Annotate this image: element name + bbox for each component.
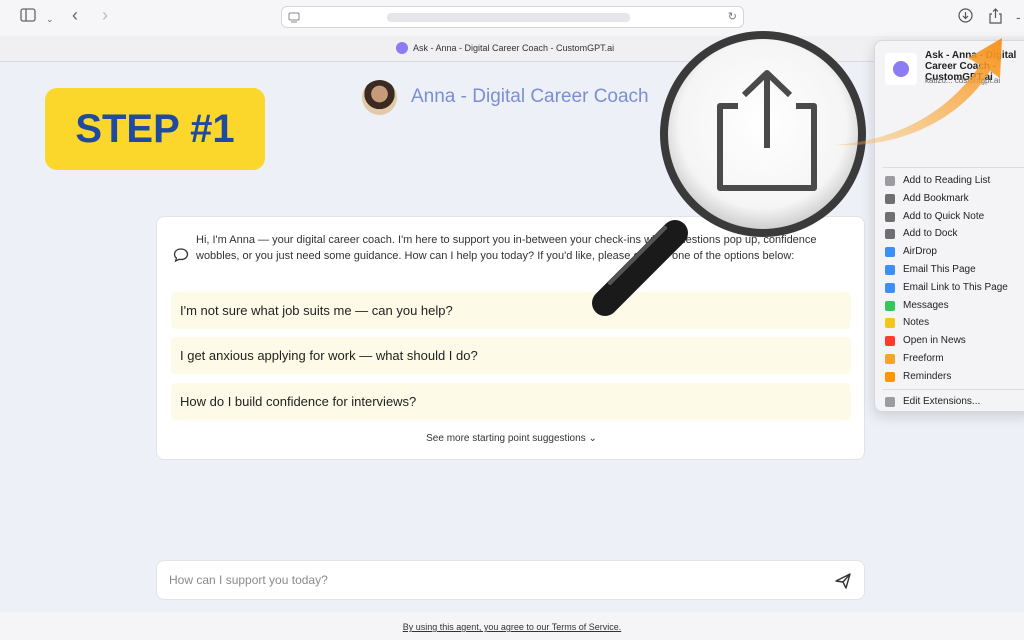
mail-icon: [885, 265, 895, 275]
share-item[interactable]: Add to Dock: [885, 225, 1024, 242]
divider: [883, 167, 1024, 168]
book-icon: [885, 193, 895, 204]
reminders-icon: [885, 371, 895, 382]
dock-icon: [885, 229, 895, 240]
footer: By using this agent, you agree to our Te…: [0, 612, 1024, 640]
divider: [883, 389, 1024, 390]
reading-list-icon: [885, 176, 895, 186]
share-item[interactable]: Notes: [885, 314, 1024, 331]
send-icon[interactable]: [834, 572, 852, 590]
share-item-label: Add to Reading List: [903, 175, 991, 186]
quick-note-icon: [885, 211, 895, 222]
share-item[interactable]: Email This Page: [885, 261, 1024, 278]
share-item-label: Add to Dock: [903, 228, 958, 240]
url-text: [387, 13, 630, 22]
share-item[interactable]: Add Bookmark: [885, 190, 1024, 207]
share-item-label: AirDrop: [903, 246, 937, 258]
share-item[interactable]: Email Link to This Page: [885, 279, 1024, 296]
chat-bubble-icon: [173, 247, 189, 263]
share-item[interactable]: Add to Reading List: [885, 172, 1024, 189]
suggestion-button[interactable]: How do I build confidence for interviews…: [171, 383, 851, 420]
share-item-label: Freeform: [903, 353, 944, 364]
page-icon: [288, 11, 300, 29]
share-icon[interactable]: [988, 8, 1003, 28]
share-item-label: Edit Extensions...: [903, 396, 981, 407]
share-item-label: Open in News: [903, 335, 966, 347]
magnifier-illustration: [592, 31, 866, 316]
sidebar-toggle-icon[interactable]: [20, 8, 36, 26]
messages-icon: [885, 300, 895, 311]
magnifier-handle: [592, 220, 688, 316]
reload-icon[interactable]: ↻: [728, 10, 737, 23]
share-item[interactable]: AirDrop: [885, 243, 1024, 260]
arrow-icon: [835, 38, 1002, 146]
share-item[interactable]: Messages: [885, 297, 1024, 314]
download-icon[interactable]: [958, 8, 973, 27]
share-item-label: Messages: [903, 299, 949, 311]
suggestion-button[interactable]: I get anxious applying for work — what s…: [171, 337, 851, 374]
share-item[interactable]: Reminders: [885, 368, 1024, 385]
news-icon: [885, 336, 895, 347]
airdrop-icon: [885, 247, 895, 258]
share-item[interactable]: Add to Quick Note: [885, 208, 1024, 225]
step-badge-text: STEP #1: [75, 107, 235, 151]
share-item-label: Reminders: [903, 370, 952, 382]
forward-icon[interactable]: ›: [102, 6, 108, 24]
message-input-box: [156, 560, 865, 600]
extensions-icon: [885, 397, 895, 407]
mail-icon: [885, 282, 895, 293]
favicon-icon: [396, 42, 408, 54]
address-bar[interactable]: ↻: [281, 6, 744, 28]
terms-link[interactable]: By using this agent, you agree to our Te…: [0, 622, 1024, 632]
back-icon[interactable]: ‹: [72, 6, 78, 24]
notes-icon: [885, 318, 895, 329]
chevron-down-icon[interactable]: ⌄: [46, 10, 54, 28]
share-item-label: Email This Page: [903, 264, 976, 275]
avatar: [362, 80, 397, 115]
share-item-label: Email Link to This Page: [903, 281, 1008, 293]
edit-extensions-item[interactable]: Edit Extensions...: [885, 393, 1024, 410]
see-more-label: See more starting point suggestions: [426, 433, 586, 444]
step-badge: STEP #1: [45, 88, 265, 170]
share-item-label: Add to Quick Note: [903, 210, 985, 222]
share-item[interactable]: Open in News: [885, 332, 1024, 349]
message-input[interactable]: [169, 561, 809, 599]
share-item[interactable]: Freeform: [885, 350, 1024, 367]
more-icon[interactable]: -: [1016, 8, 1021, 26]
chevron-down-icon: ⌄: [588, 433, 597, 444]
share-item-label: Notes: [903, 317, 930, 329]
see-more-button[interactable]: See more starting point suggestions ⌄: [157, 433, 866, 444]
share-item-label: Add Bookmark: [903, 192, 969, 204]
freeform-icon: [885, 354, 895, 364]
